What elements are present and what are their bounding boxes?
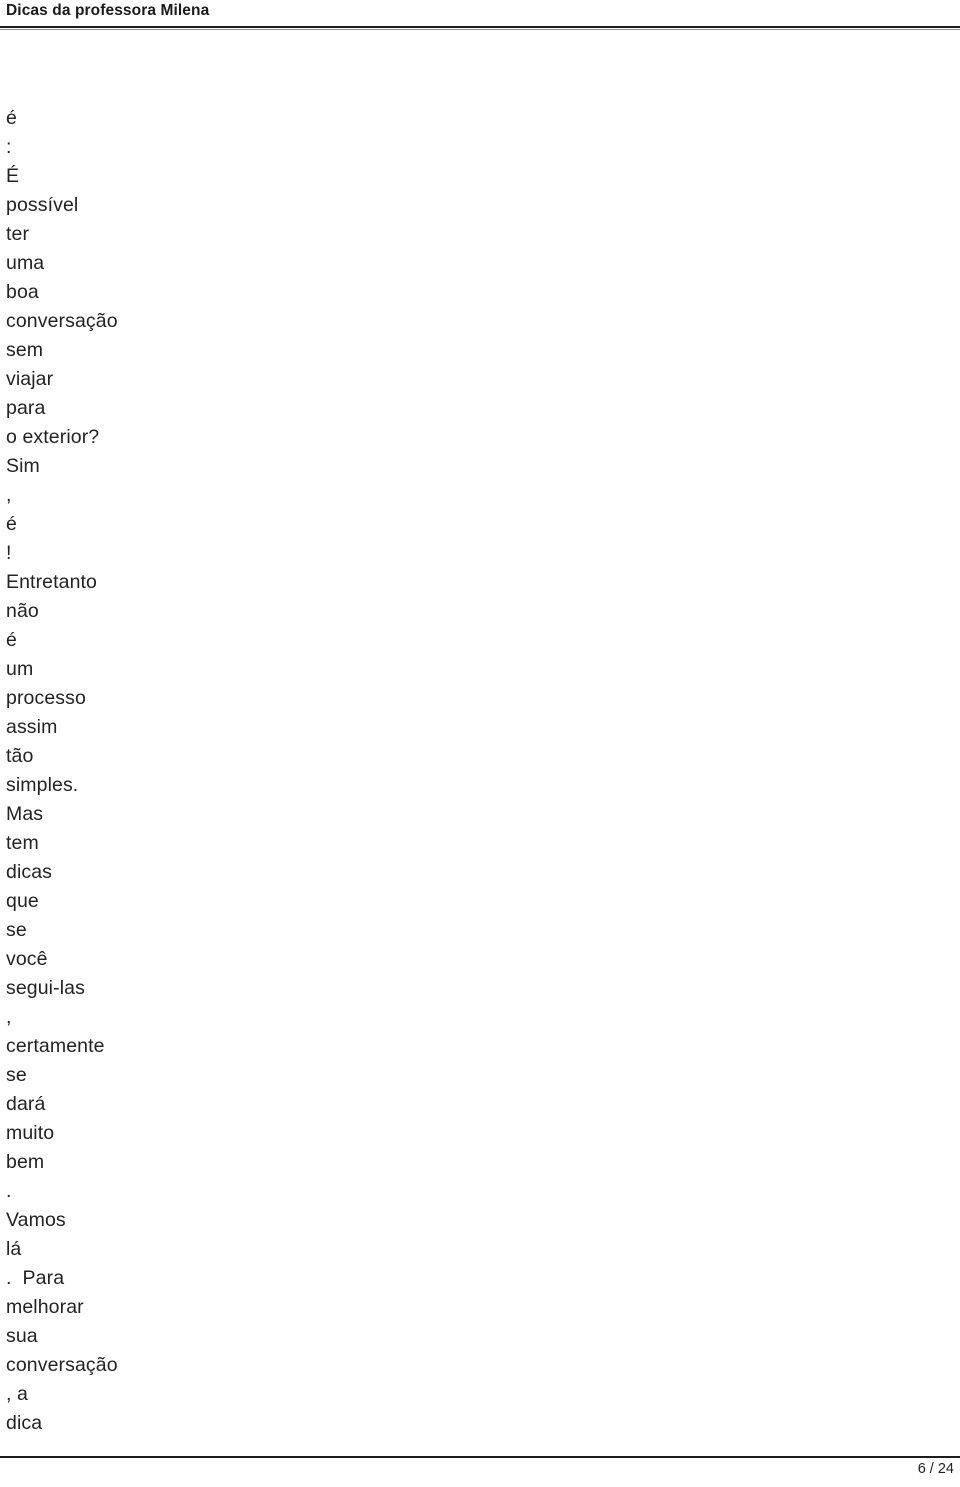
text-line: ter [6, 223, 30, 245]
footer-divider [0, 1456, 960, 1458]
text-line: uma [6, 252, 45, 274]
text-line: conversação [6, 310, 118, 332]
text-line: para [6, 397, 46, 419]
text-line: Sim [6, 455, 40, 477]
text-line: tão [6, 745, 34, 767]
text-line: conversação [6, 1354, 118, 1376]
text-line: viajar [6, 368, 54, 390]
page-footer: 6 / 24 [0, 1447, 960, 1487]
text-line: é [6, 513, 17, 535]
text-line: não [6, 600, 39, 622]
page-number: 6 / 24 [917, 1461, 954, 1477]
page-title: Dicas da professora Milena [6, 2, 210, 19]
text-line: é [6, 107, 17, 129]
text-line: simples. [6, 774, 79, 796]
text-line: . Para [6, 1267, 65, 1289]
text-line: Entretanto [6, 571, 97, 593]
text-line: ! [6, 542, 12, 564]
text-line: você [6, 948, 48, 970]
document-page: Dicas da professora Milena é: Épossível te… [0, 0, 960, 1487]
text-line: , [6, 1006, 12, 1028]
text-line: . [6, 1180, 12, 1202]
text-line: , [6, 484, 12, 506]
text-line: certamente [6, 1035, 105, 1057]
text-line: o exterior? [6, 426, 100, 448]
text-line: que [6, 890, 39, 912]
text-line: Mas [6, 803, 44, 825]
text-line: bem [6, 1151, 45, 1173]
page-header: Dicas da professora Milena [0, 0, 960, 30]
text-line: sem [6, 339, 44, 361]
document-text-column: é: Épossível ter uma boa conversação sem viajar… [6, 104, 606, 1438]
text-line: melhorar [6, 1296, 84, 1318]
text-line: lá [6, 1238, 22, 1260]
text-line: Vamos [6, 1209, 66, 1231]
text-line: dará [6, 1093, 46, 1115]
header-divider-shadow [0, 29, 960, 30]
text-line: se [6, 1064, 27, 1086]
text-line: boa [6, 281, 39, 303]
text-line: segui-las [6, 977, 85, 999]
text-line: um [6, 658, 34, 680]
text-line: dicas [6, 861, 53, 883]
header-divider [0, 26, 960, 28]
text-line: sua [6, 1325, 38, 1347]
text-line: É [6, 165, 20, 187]
text-line: muito [6, 1122, 55, 1144]
text-line: processo [6, 687, 86, 709]
text-line: é [6, 629, 17, 651]
text-line: possível [6, 194, 79, 216]
text-line: : [6, 136, 12, 158]
text-line: dica [6, 1412, 43, 1434]
text-line: se [6, 919, 27, 941]
text-line: assim [6, 716, 58, 738]
text-line: , a [6, 1383, 28, 1405]
text-line: tem [6, 832, 39, 854]
